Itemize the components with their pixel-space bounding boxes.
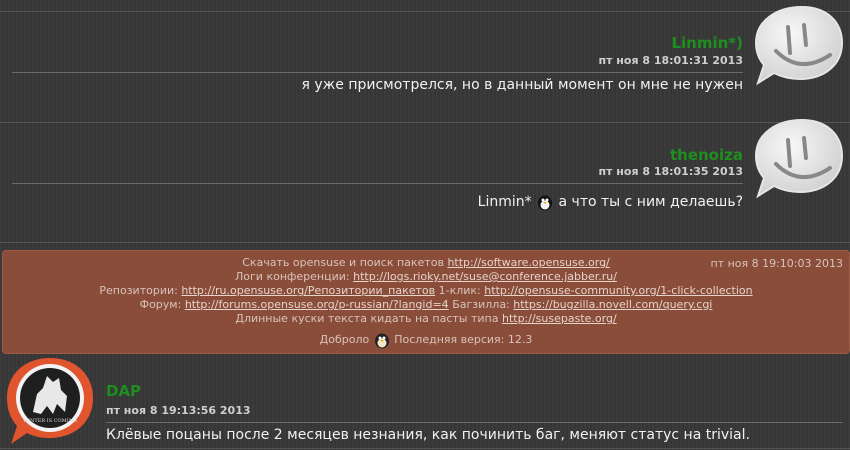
message-text: Клёвые поцаны после 2 месяцев незнания, … bbox=[106, 427, 750, 443]
topic-label: Последняя версия: 12.3 bbox=[394, 333, 533, 346]
topic-line: Длинные куски текста кидать на пасты тип… bbox=[3, 312, 849, 325]
topic-label: Логи конференции: bbox=[235, 270, 350, 283]
message-separator bbox=[0, 242, 850, 243]
topic-link[interactable]: http://ru.opensuse.org/Репозитории_пакет… bbox=[181, 284, 435, 297]
chat-message: thenoiza пт ноя 8 18:01:35 2013 Linmin* … bbox=[0, 0, 850, 240]
avatar-caption: WINTER IS COMING bbox=[23, 418, 77, 424]
topic-link[interactable]: http://forums.opensuse.org/p-russian/?la… bbox=[185, 298, 449, 311]
penguin-emoticon-icon bbox=[374, 333, 389, 349]
topic-link[interactable]: http://opensuse-community.org/1-click-co… bbox=[484, 284, 752, 297]
smiley-speech-bubble-icon[interactable] bbox=[752, 116, 844, 202]
message-separator bbox=[0, 448, 850, 449]
message-divider bbox=[12, 183, 743, 184]
topic-label: Форум: bbox=[139, 298, 182, 311]
topic-label: Багзилла: bbox=[452, 298, 510, 311]
topic-link[interactable]: https://bugzilla.novell.com/query.cgi bbox=[513, 298, 712, 311]
topic-link[interactable]: http://logs.rioky.net/suse@conference.ja… bbox=[353, 270, 617, 283]
topic-label: Скачать opensuse и поиск пакетов bbox=[242, 256, 444, 269]
topic-label: 1-клик: bbox=[438, 284, 481, 297]
topic-line: Доброло Последняя версия: 12.3 bbox=[3, 331, 849, 349]
message-nick[interactable]: thenoiza bbox=[670, 146, 743, 164]
message-body: а что ты с ним делаешь? bbox=[558, 194, 743, 210]
message-timestamp: пт ноя 8 18:01:35 2013 bbox=[598, 165, 743, 178]
house-sigil-avatar-icon[interactable]: WINTER IS COMING bbox=[3, 354, 98, 446]
message-mention[interactable]: Linmin* bbox=[478, 194, 532, 210]
topic-line: Форум: http://forums.opensuse.org/p-russ… bbox=[3, 298, 849, 311]
topic-line: Скачать opensuse и поиск пакетов http://… bbox=[3, 256, 849, 269]
message-divider bbox=[106, 422, 843, 423]
topic-label: Доброло bbox=[319, 333, 370, 346]
system-topic-message: пт ноя 8 19:10:03 2013 Скачать opensuse … bbox=[2, 250, 850, 354]
topic-label: Длинные куски текста кидать на пасты тип… bbox=[235, 312, 499, 325]
message-text: Linmin* а что ты с ним делаешь? bbox=[478, 193, 743, 211]
message-nick[interactable]: DAP bbox=[106, 382, 141, 400]
topic-line: Логи конференции: http://logs.rioky.net/… bbox=[3, 270, 849, 283]
message-timestamp: пт ноя 8 19:13:56 2013 bbox=[106, 404, 251, 417]
penguin-emoticon-icon bbox=[538, 195, 553, 211]
topic-link[interactable]: http://software.opensuse.org/ bbox=[447, 256, 609, 269]
topic-link[interactable]: http://susepaste.org/ bbox=[502, 312, 617, 325]
topic-line: Репозитории: http://ru.opensuse.org/Репо… bbox=[3, 284, 849, 297]
topic-label: Репозитории: bbox=[99, 284, 178, 297]
